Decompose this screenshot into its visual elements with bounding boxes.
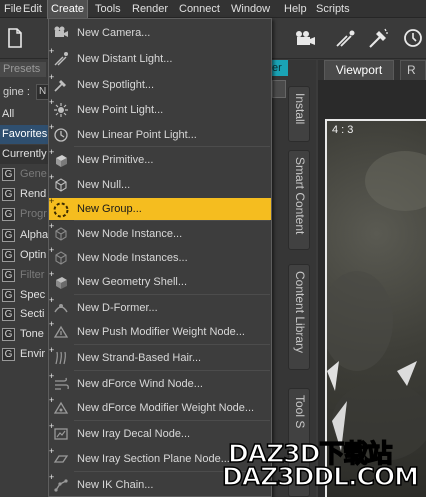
settings-group-alpha[interactable]: G Alpha	[0, 226, 50, 245]
menu-item-new-linear-point-light[interactable]: + New Linear Point Light...	[49, 123, 271, 146]
menu-tools[interactable]: Tools	[92, 0, 124, 18]
aspect-ratio-label: 4 : 3	[332, 124, 354, 136]
menu-item-new-null[interactable]: + New Null...	[49, 173, 271, 196]
settings-group-tone[interactable]: G Tone	[0, 325, 50, 344]
push-modifier-icon	[52, 324, 70, 342]
spotlight-icon	[52, 77, 70, 95]
group-icon	[52, 201, 70, 219]
menu-scripts[interactable]: Scripts	[313, 0, 353, 18]
linear-point-light-icon	[52, 127, 70, 145]
menu-separator	[74, 370, 270, 371]
group-icon: G	[2, 348, 15, 361]
menu-help[interactable]: Help	[281, 0, 310, 18]
group-icon: G	[2, 308, 15, 321]
preset-filter-favorites[interactable]: Favorites	[0, 125, 50, 144]
settings-group-render[interactable]: G Rend	[0, 185, 50, 204]
settings-group-optimization[interactable]: G Optin	[0, 246, 50, 265]
node-instances-icon	[52, 250, 70, 268]
tab-viewport[interactable]: Viewport	[324, 60, 394, 80]
group-icon: G	[2, 269, 15, 282]
menu-window[interactable]: Window	[228, 0, 273, 18]
tab-content-library[interactable]: Content Library	[288, 264, 310, 370]
light-tool-icon[interactable]	[333, 27, 359, 53]
settings-group-filtering[interactable]: G Filter	[0, 266, 50, 285]
node-instance-icon	[52, 226, 70, 244]
point-light-tool-icon[interactable]	[400, 27, 426, 53]
decal-icon	[52, 426, 70, 444]
hair-icon	[52, 350, 70, 368]
preset-filter-currently[interactable]: Currently	[0, 145, 50, 164]
tab-render[interactable]: R	[400, 60, 426, 80]
menu-render[interactable]: Render	[129, 0, 171, 18]
group-icon: G	[2, 328, 15, 341]
menu-item-new-geometry-shell[interactable]: + New Geometry Shell...	[49, 270, 271, 293]
menu-item-new-spotlight[interactable]: + New Spotlight...	[49, 73, 271, 96]
group-icon: G	[2, 168, 15, 181]
menu-item-new-strand-based-hair[interactable]: + New Strand-Based Hair...	[49, 346, 271, 369]
settings-group-section[interactable]: G Secti	[0, 305, 50, 324]
menu-create[interactable]: Create	[46, 0, 89, 19]
ik-chain-icon	[52, 477, 70, 495]
menu-item-new-distant-light[interactable]: + New Distant Light...	[49, 47, 271, 70]
section-plane-icon	[52, 451, 70, 469]
menu-bar: File Edit Create Tools Render Connect Wi…	[0, 0, 426, 19]
settings-group-general[interactable]: G Gene	[0, 165, 50, 184]
dforce-weight-icon	[52, 400, 70, 418]
menu-item-new-dforce-modifier-weight-node[interactable]: + New dForce Modifier Weight Node...	[49, 396, 271, 419]
settings-group-progressive[interactable]: G Progr	[0, 205, 50, 224]
tab-smart-content[interactable]: Smart Content	[288, 150, 310, 250]
presets-tab[interactable]: Presets	[0, 62, 46, 77]
tab-install[interactable]: Install	[288, 86, 310, 142]
menu-separator	[74, 220, 270, 221]
menu-edit[interactable]: Edit	[20, 0, 45, 18]
menu-separator	[74, 344, 270, 345]
camera-tool-icon[interactable]	[292, 27, 318, 53]
menu-item-new-group[interactable]: + New Group...	[49, 197, 271, 220]
settings-group-environment[interactable]: G Envir	[0, 345, 50, 364]
menu-item-new-dforce-wind-node[interactable]: + New dForce Wind Node...	[49, 372, 271, 395]
spotlight-tool-icon[interactable]	[365, 27, 391, 53]
daz-studio-window: File Edit Create Tools Render Connect Wi…	[0, 0, 426, 497]
wind-icon	[52, 376, 70, 394]
menu-item-new-point-light[interactable]: + New Point Light...	[49, 98, 271, 121]
menu-separator	[74, 294, 270, 295]
menu-item-new-push-modifier-weight-node[interactable]: + New Push Modifier Weight Node...	[49, 320, 271, 343]
menu-connect[interactable]: Connect	[176, 0, 223, 18]
menu-item-new-dformer[interactable]: + New D-Former...	[49, 296, 271, 319]
group-icon: G	[2, 188, 15, 201]
active-pane-tab[interactable]: er	[270, 60, 288, 76]
watermark: DAZ3D下载站 DAZ3DDL.COM	[221, 434, 420, 494]
menu-separator	[74, 420, 270, 421]
menu-item-new-camera[interactable]: New Camera...	[49, 22, 271, 44]
group-icon: G	[2, 249, 15, 262]
preset-filter-all[interactable]: All	[0, 105, 50, 124]
new-file-icon[interactable]	[2, 27, 28, 53]
group-icon: G	[2, 229, 15, 242]
dformer-icon	[52, 300, 70, 318]
primitive-icon	[52, 152, 70, 170]
menu-item-new-node-instance[interactable]: + New Node Instance...	[49, 222, 271, 245]
menu-item-new-primitive[interactable]: + New Primitive...	[49, 148, 271, 171]
pane-option-box[interactable]	[272, 80, 286, 98]
menu-item-new-node-instances[interactable]: + New Node Instances...	[49, 246, 271, 269]
point-light-icon	[52, 102, 70, 120]
null-icon	[52, 177, 70, 195]
camera-icon	[52, 25, 70, 43]
geometry-shell-icon	[52, 274, 70, 292]
group-icon: G	[2, 289, 15, 302]
settings-group-spectral[interactable]: G Spec	[0, 286, 50, 305]
menu-separator	[74, 146, 270, 147]
distant-light-icon	[52, 51, 70, 69]
watermark-line2: DAZ3DDL.COM	[221, 461, 420, 492]
group-icon: G	[2, 208, 15, 221]
